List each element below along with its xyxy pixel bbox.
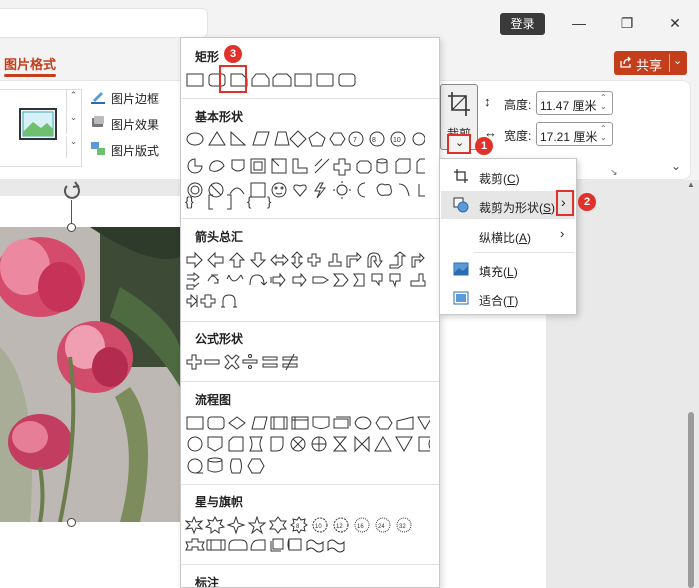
stars-banners-shapes[interactable]: 8 10 12 16 24 32 bbox=[185, 516, 435, 556]
share-icon bbox=[620, 56, 631, 68]
menu-item-fill[interactable]: 填充(L) bbox=[441, 255, 575, 283]
step-badge-3: 3 bbox=[224, 45, 242, 63]
share-label: 共享 bbox=[636, 58, 663, 73]
crop-dropdown-button[interactable]: ⌄ bbox=[447, 134, 471, 154]
category-divider bbox=[181, 218, 439, 219]
svg-text:24: 24 bbox=[378, 524, 385, 530]
scroll-up-icon[interactable]: ▲ bbox=[687, 180, 695, 189]
menu-item-aspect-ratio[interactable]: 纵横比(A) › bbox=[441, 221, 575, 249]
category-divider bbox=[181, 484, 439, 485]
menu-item-crop-label: 裁剪(C) bbox=[479, 172, 520, 186]
menu-divider bbox=[474, 252, 574, 253]
menu-item-crop[interactable]: 裁剪(C) bbox=[441, 162, 575, 190]
landscape-icon bbox=[22, 111, 54, 137]
collapse-ribbon-icon[interactable]: ⌄ bbox=[671, 159, 681, 173]
minimize-icon[interactable]: — bbox=[570, 14, 588, 32]
restore-icon[interactable]: ❐ bbox=[618, 14, 636, 32]
svg-text:32: 32 bbox=[399, 524, 406, 530]
category-callouts-title: 标注 bbox=[195, 576, 220, 588]
chevron-down-icon: ⌄ bbox=[455, 137, 465, 149]
close-icon[interactable]: ✕ bbox=[666, 14, 684, 32]
picture-border-label: 图片边框 bbox=[111, 92, 160, 106]
svg-text:10: 10 bbox=[315, 524, 322, 530]
crop-icon bbox=[448, 92, 470, 116]
category-arrows-title: 箭头总汇 bbox=[195, 230, 244, 244]
category-rectangles-title: 矩形 bbox=[195, 50, 220, 64]
active-tab-indicator bbox=[4, 74, 56, 77]
svg-text:8: 8 bbox=[372, 137, 376, 144]
rectangle-shapes[interactable] bbox=[185, 71, 360, 89]
category-divider bbox=[181, 321, 439, 322]
snip-corner-rectangle-highlight[interactable] bbox=[219, 65, 247, 93]
step-badge-1: 1 bbox=[475, 137, 493, 155]
flowchart-shapes[interactable] bbox=[185, 414, 430, 474]
category-divider bbox=[181, 564, 439, 565]
gallery-down-icon[interactable]: ⌄ bbox=[66, 112, 80, 134]
picture-effects-label: 图片效果 bbox=[111, 118, 160, 132]
picture-style-thumbnail[interactable] bbox=[19, 108, 57, 140]
bracket-shapes[interactable]: {} { } bbox=[185, 193, 285, 211]
share-divider bbox=[669, 54, 670, 72]
resize-handle-bottom[interactable] bbox=[67, 518, 76, 527]
menu-item-crop-to-shape[interactable]: 裁剪为形状(S) bbox=[441, 191, 575, 219]
equation-shapes[interactable] bbox=[185, 353, 310, 371]
picture-layout-label: 图片版式 bbox=[111, 144, 160, 158]
tulip-photo[interactable] bbox=[0, 227, 180, 522]
category-stars-banners-title: 星与旗帜 bbox=[195, 495, 244, 509]
category-flowchart-title: 流程图 bbox=[195, 393, 232, 407]
svg-text:{}: {} bbox=[185, 194, 194, 209]
picture-styles-gallery[interactable]: ⌃ ⌄ ⌄ bbox=[0, 89, 82, 167]
tab-picture-format[interactable]: 图片格式 bbox=[4, 54, 56, 73]
arrow-shapes[interactable] bbox=[185, 251, 430, 311]
menu-item-crop-to-shape-label: 裁剪为形状(S) bbox=[479, 201, 556, 215]
crop-menu: 裁剪(C) 裁剪为形状(S) 纵横比(A) › 填充(L) 适合(T) bbox=[439, 158, 577, 315]
login-button[interactable]: 登录 bbox=[500, 13, 545, 35]
fit-icon bbox=[453, 291, 469, 305]
layout-icon bbox=[91, 142, 105, 155]
tulip-image bbox=[0, 227, 180, 522]
svg-text:16: 16 bbox=[357, 524, 364, 530]
category-divider bbox=[181, 381, 439, 382]
svg-text:12: 12 bbox=[336, 524, 343, 530]
step-badge-2: 2 bbox=[578, 193, 596, 211]
svg-text:10: 10 bbox=[393, 137, 401, 144]
gallery-up-icon[interactable]: ⌃ bbox=[66, 90, 80, 112]
svg-text:8: 8 bbox=[296, 524, 300, 530]
pen-icon bbox=[91, 92, 105, 104]
svg-text:}: } bbox=[267, 194, 272, 209]
crop-icon bbox=[454, 169, 468, 183]
vertical-scrollbar[interactable]: ▲ bbox=[684, 180, 699, 588]
effects-icon bbox=[92, 116, 104, 127]
chevron-right-icon: › bbox=[561, 194, 566, 210]
menu-item-fit-label: 适合(T) bbox=[479, 294, 519, 308]
width-value: 17.21 厘米 bbox=[540, 130, 598, 144]
scrollbar-thumb[interactable] bbox=[688, 412, 694, 588]
width-label: 宽度: bbox=[504, 129, 532, 143]
rotate-handle-icon[interactable] bbox=[61, 180, 83, 202]
gallery-more-icon[interactable]: ⌄ bbox=[66, 136, 80, 158]
menu-item-fit[interactable]: 适合(T) bbox=[441, 284, 575, 312]
crop-to-shape-icon bbox=[453, 197, 469, 213]
resize-handle-top[interactable] bbox=[67, 223, 76, 232]
fill-icon bbox=[453, 262, 469, 276]
category-equation-shapes-title: 公式形状 bbox=[195, 332, 244, 346]
chevron-right-icon: › bbox=[560, 226, 565, 241]
crop-to-shape-submenu-arrow[interactable]: › bbox=[556, 190, 574, 216]
svg-text:{: { bbox=[247, 194, 252, 209]
menu-item-fill-label: 填充(L) bbox=[479, 265, 518, 279]
chevron-down-icon[interactable]: ⌄ bbox=[673, 54, 682, 67]
shapes-gallery-panel: 矩形 3 基本形状 7 8 10 {} {} 箭头总汇 公式形状 流程图 星与… bbox=[180, 37, 440, 588]
title-search-box[interactable] bbox=[0, 8, 208, 38]
height-label: 高度: bbox=[504, 98, 532, 112]
menu-item-aspect-ratio-label: 纵横比(A) bbox=[479, 231, 532, 245]
dialog-launcher-icon[interactable]: ↘ bbox=[610, 167, 618, 178]
height-spinner[interactable]: ⌃ ⌄ bbox=[600, 93, 607, 111]
share-button[interactable]: 共享 ⌄ bbox=[614, 51, 687, 75]
width-spinner[interactable]: ⌃ ⌄ bbox=[600, 124, 607, 142]
height-value: 11.47 厘米 bbox=[540, 99, 597, 113]
svg-text:7: 7 bbox=[353, 137, 357, 144]
category-divider bbox=[181, 98, 439, 99]
height-icon: ↕ bbox=[484, 94, 491, 109]
category-basic-shapes-title: 基本形状 bbox=[195, 110, 244, 124]
